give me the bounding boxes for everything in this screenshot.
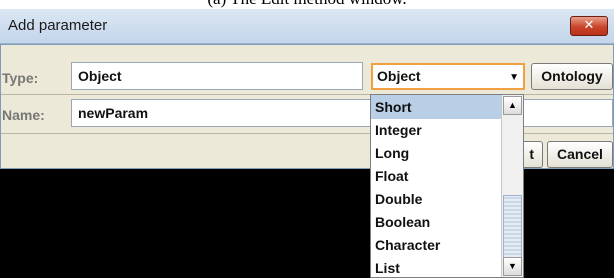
close-button[interactable]: ✕: [570, 16, 608, 36]
list-item[interactable]: Short: [371, 95, 501, 119]
scrollbar-thumb[interactable]: [503, 195, 522, 260]
list-item[interactable]: Integer: [371, 118, 501, 142]
type-dropdown-list[interactable]: Short Integer Long Float Double Boolean …: [370, 94, 524, 278]
name-field[interactable]: newParam: [71, 99, 613, 127]
list-item[interactable]: Character: [371, 233, 501, 257]
dropdown-scrollbar[interactable]: ▲ ▼: [501, 95, 523, 277]
list-item[interactable]: Double: [371, 187, 501, 211]
type-combo[interactable]: Object ▼: [371, 63, 525, 90]
title-bar: Add parameter ✕: [0, 9, 614, 44]
figure-caption: (a) The Edit method window.: [0, 0, 614, 9]
window-title: Add parameter: [8, 17, 108, 34]
type-label: Type:: [2, 70, 39, 86]
list-item[interactable]: List: [371, 256, 501, 280]
type-field[interactable]: Object: [71, 62, 363, 90]
chevron-down-icon: ▼: [509, 72, 519, 83]
close-icon: ✕: [583, 18, 595, 33]
add-parameter-dialog: Add parameter ✕ Type: Object Object ▼ On…: [0, 9, 614, 278]
list-item[interactable]: Float: [371, 164, 501, 188]
type-field-value: Object: [78, 68, 122, 84]
arrow-up-icon: ▲: [508, 100, 517, 110]
arrow-down-icon: ▼: [508, 261, 517, 271]
scroll-down-button[interactable]: ▼: [503, 257, 522, 276]
name-label: Name:: [2, 107, 45, 123]
type-combo-value: Object: [377, 68, 421, 84]
name-field-value: newParam: [78, 105, 149, 121]
caption-text: (a) The Edit method window.: [0, 0, 614, 9]
list-item[interactable]: Long: [371, 141, 501, 165]
list-item[interactable]: Boolean: [371, 210, 501, 234]
cancel-button[interactable]: Cancel: [547, 141, 613, 168]
scroll-up-button[interactable]: ▲: [503, 96, 522, 115]
ontology-button[interactable]: Ontology: [531, 63, 613, 90]
